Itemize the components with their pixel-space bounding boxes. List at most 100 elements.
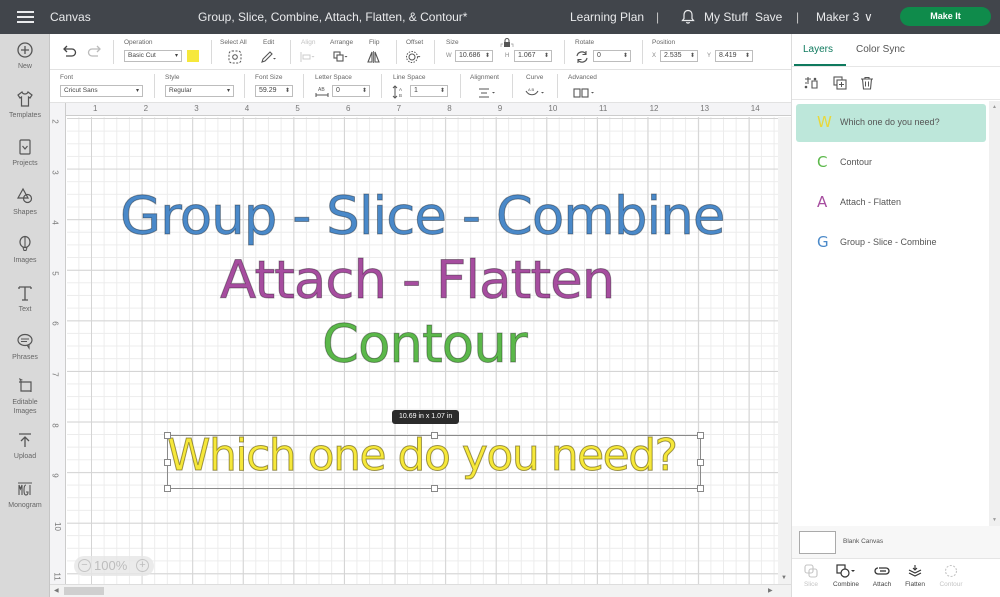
scroll-up-arrow-icon[interactable]: ▲ xyxy=(992,104,997,110)
height-input[interactable]: 1.067 ⬍ xyxy=(514,50,552,62)
sidebar-item-projects[interactable]: Projects xyxy=(0,138,50,168)
contour-button[interactable]: Contour xyxy=(934,564,968,588)
operation-select[interactable]: Basic Cut ▾ xyxy=(124,50,182,62)
canvas-color-swatch[interactable] xyxy=(799,531,836,554)
text-align-icon[interactable] xyxy=(477,86,497,100)
ruler-tick-label: 6 xyxy=(346,104,351,113)
width-input[interactable]: 10.686 ⬍ xyxy=(455,50,493,62)
horizontal-scroll-thumb[interactable] xyxy=(64,587,104,595)
offset-icon[interactable] xyxy=(405,50,421,64)
rotate-input[interactable]: 0 ⬍ xyxy=(593,50,631,62)
bell-icon[interactable] xyxy=(681,9,695,24)
group-icon[interactable] xyxy=(803,76,819,90)
layer-item[interactable]: C Contour xyxy=(796,144,986,182)
sidebar-item-editable-images[interactable]: Editable Images xyxy=(0,377,50,416)
arrange-icon[interactable] xyxy=(332,50,348,64)
scroll-down-arrow-icon[interactable]: ▼ xyxy=(781,575,787,581)
font-select[interactable]: Cricut Sans ▾ xyxy=(60,85,143,97)
make-it-button[interactable]: Make It xyxy=(900,7,991,26)
ruler-tick-label: 3 xyxy=(50,169,60,175)
sidebar-item-images[interactable]: Images xyxy=(0,235,50,265)
blank-canvas-layer[interactable]: Blank Canvas xyxy=(792,526,1000,558)
sidebar-item-monogram[interactable]: Monogram xyxy=(0,480,50,510)
layer-item[interactable]: W Which one do you need? xyxy=(796,104,986,142)
line-space-input[interactable]: 1 ⬍ xyxy=(410,85,448,97)
sidebar-item-shapes[interactable]: Shapes xyxy=(0,187,50,217)
resize-handle[interactable] xyxy=(697,485,704,492)
font-size-input[interactable]: 59.29 ⬍ xyxy=(255,85,293,97)
text-contour[interactable]: Contour xyxy=(322,314,529,376)
advanced-icon[interactable] xyxy=(572,86,596,100)
chevron-down-icon[interactable]: ∨ xyxy=(864,10,873,24)
zoom-control: − 100% + xyxy=(74,556,154,576)
resize-handle[interactable] xyxy=(697,432,704,439)
select-all-icon[interactable] xyxy=(227,50,243,64)
resize-handle[interactable] xyxy=(431,485,438,492)
flip-icon[interactable] xyxy=(366,50,382,64)
design-canvas[interactable]: 1 2 3 4 5 6 7 8 9 10 11 12 13 14 2 3 4 5 6 7 8 9 10 11 Group -… xyxy=(50,103,791,597)
flatten-button[interactable]: Flatten xyxy=(898,564,932,588)
duplicate-icon[interactable] xyxy=(832,76,848,90)
align-icon[interactable] xyxy=(299,50,315,64)
combine-button[interactable]: Combine xyxy=(829,564,863,588)
slice-button[interactable]: Slice xyxy=(794,564,828,588)
curve-icon[interactable]: A B xyxy=(524,86,546,100)
trash-icon[interactable] xyxy=(859,76,875,90)
spinner-icon[interactable]: ⬍ xyxy=(440,86,445,96)
spinner-icon[interactable]: ⬍ xyxy=(745,51,750,61)
spinner-icon[interactable]: ⬍ xyxy=(285,86,290,96)
scroll-down-arrow-icon[interactable]: ▼ xyxy=(992,517,997,523)
hamburger-menu-icon[interactable] xyxy=(17,11,34,23)
machine-selector[interactable]: Maker 3 xyxy=(816,10,859,24)
pencil-icon[interactable] xyxy=(260,50,276,64)
horizontal-scrollbar[interactable]: ◀ ▶ xyxy=(50,584,791,597)
resize-handle[interactable] xyxy=(164,485,171,492)
layers-scrollbar[interactable]: ▲ ▼ xyxy=(989,101,1000,526)
sidebar-item-templates[interactable]: Templates xyxy=(0,90,50,120)
letter-space-input[interactable]: 0 ⬍ xyxy=(332,85,370,97)
scroll-left-arrow-icon[interactable]: ◀ xyxy=(54,587,59,594)
operation-color-swatch[interactable] xyxy=(187,50,199,62)
learning-plan-link[interactable]: Learning Plan xyxy=(570,10,644,24)
vertical-scrollbar[interactable]: ▼ xyxy=(778,117,791,584)
resize-handle[interactable] xyxy=(431,432,438,439)
sidebar-item-label: Phrases xyxy=(12,354,38,361)
selection-box[interactable] xyxy=(164,432,704,492)
projects-icon xyxy=(19,139,31,155)
sidebar-item-upload[interactable]: Upload xyxy=(0,431,50,461)
resize-handle[interactable] xyxy=(164,459,171,466)
resize-handle[interactable] xyxy=(164,432,171,439)
text-attach-flatten[interactable]: Attach - Flatten xyxy=(219,250,615,312)
position-x-input[interactable]: 2.535 ⬍ xyxy=(660,50,698,62)
spinner-icon[interactable]: ⬍ xyxy=(623,51,628,61)
my-stuff-link[interactable]: My Stuff xyxy=(704,10,748,24)
layer-item[interactable]: G Group - Slice - Combine xyxy=(796,224,986,262)
text-group-slice-combine[interactable]: Group - Slice - Combine xyxy=(119,186,725,248)
rotate-icon[interactable] xyxy=(574,50,590,64)
position-y-input[interactable]: 8.419 ⬍ xyxy=(715,50,753,62)
sidebar-item-new[interactable]: New xyxy=(0,41,50,71)
document-title[interactable]: Group, Slice, Combine, Attach, Flatten, … xyxy=(198,10,467,24)
zoom-in-button[interactable]: + xyxy=(136,559,149,572)
spinner-icon[interactable]: ⬍ xyxy=(544,51,549,61)
spinner-icon[interactable]: ⬍ xyxy=(485,51,490,61)
zoom-out-button[interactable]: − xyxy=(78,559,91,572)
slice-icon xyxy=(804,564,818,578)
tab-color-sync[interactable]: Color Sync xyxy=(856,44,905,55)
layer-item[interactable]: A Attach - Flatten xyxy=(796,184,986,222)
sidebar-item-phrases[interactable]: Phrases xyxy=(0,332,50,362)
scroll-right-arrow-icon[interactable]: ▶ xyxy=(768,587,773,594)
spinner-icon[interactable]: ⬍ xyxy=(690,51,695,61)
resize-handle[interactable] xyxy=(697,459,704,466)
style-select[interactable]: Regular ▾ xyxy=(165,85,234,97)
undo-icon[interactable] xyxy=(61,45,77,59)
attach-button[interactable]: Attach xyxy=(865,564,899,588)
sidebar-item-text[interactable]: Text xyxy=(0,284,50,314)
tab-layers[interactable]: Layers xyxy=(803,44,833,55)
redo-icon[interactable] xyxy=(87,45,103,59)
layer-thumbnail-icon: G xyxy=(817,233,829,251)
layer-name: Attach - Flatten xyxy=(840,197,902,207)
save-button[interactable]: Save xyxy=(755,10,782,24)
spinner-icon[interactable]: ⬍ xyxy=(362,86,367,96)
lock-icon[interactable] xyxy=(500,37,514,49)
